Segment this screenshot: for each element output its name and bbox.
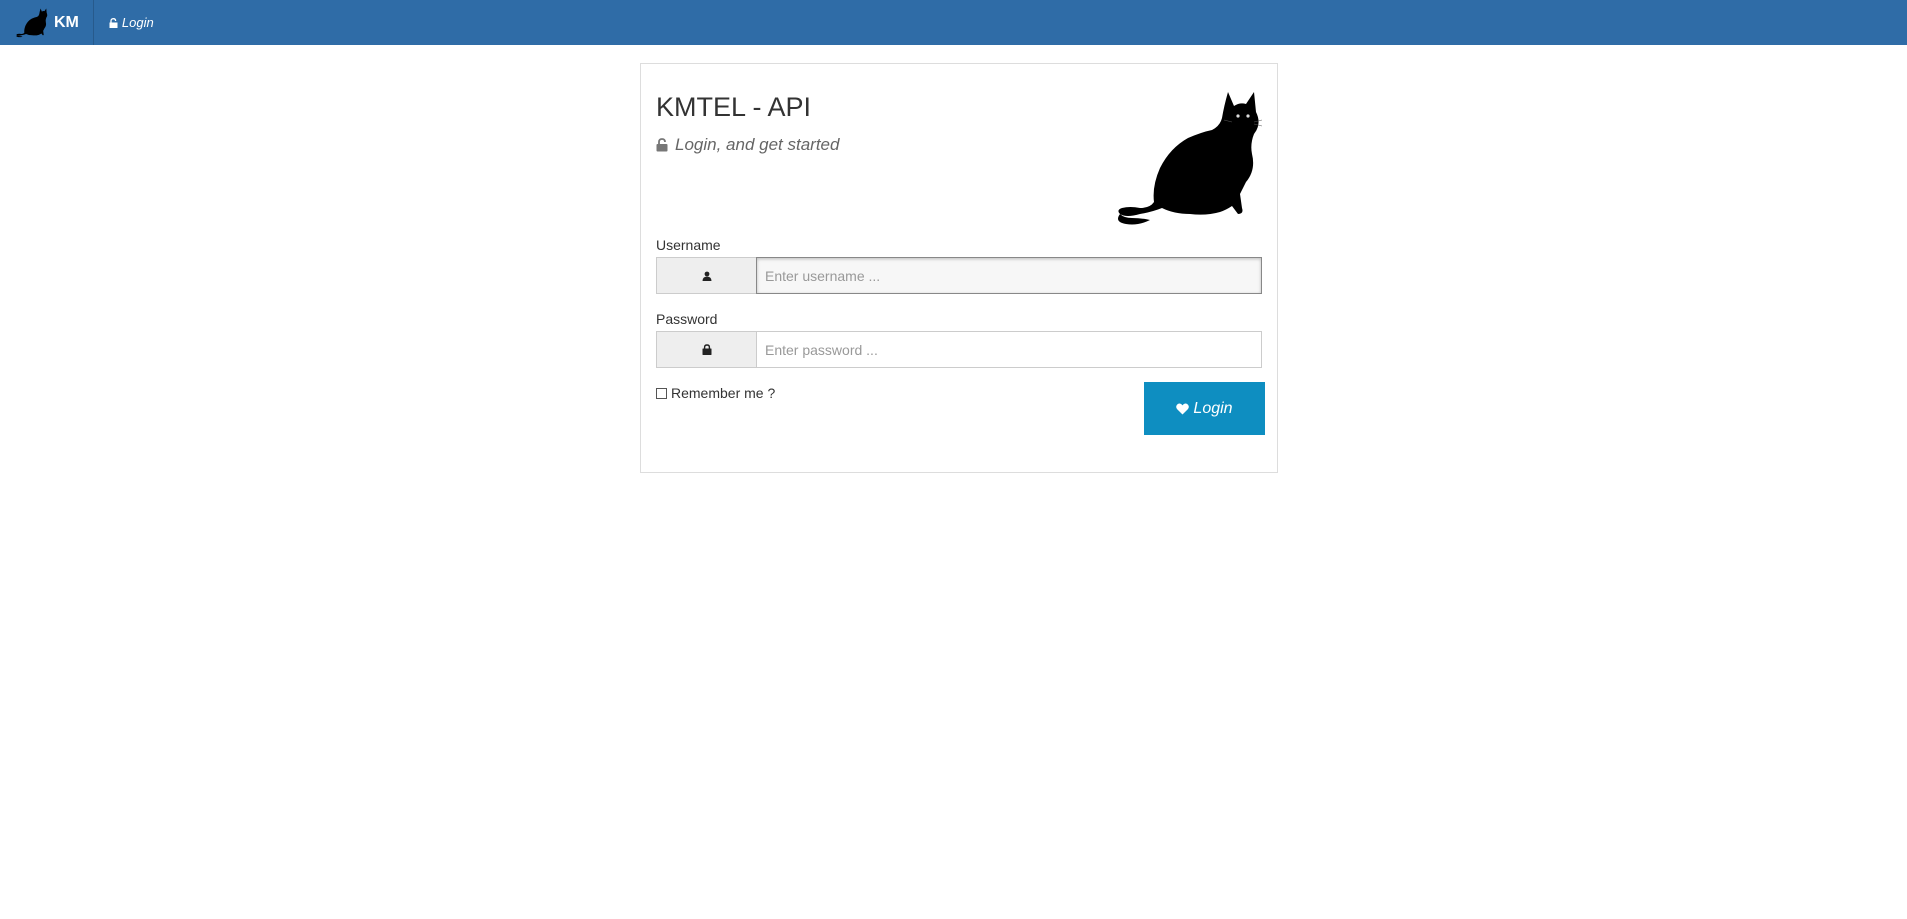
remember-me-checkbox[interactable] — [656, 387, 667, 399]
page-title: KMTEL - API — [656, 92, 812, 122]
top-navbar: KM Login — [0, 0, 1907, 45]
username-input[interactable] — [756, 257, 1262, 294]
nav-login-label: Login — [121, 15, 154, 30]
username-label: Username — [656, 237, 721, 253]
username-input-group — [656, 257, 1262, 294]
password-label: Password — [656, 311, 718, 327]
username-addon — [656, 257, 756, 294]
black-cat-icon — [16, 8, 48, 37]
black-cat-icon — [1118, 92, 1262, 225]
password-input[interactable] — [756, 331, 1262, 368]
lock-icon — [702, 344, 711, 355]
login-button-label: Login — [1193, 399, 1233, 417]
login-panel: KMTEL - API Login, and get started Usern… — [640, 63, 1278, 473]
page-subtitle: Login, and get started — [656, 135, 839, 155]
login-button[interactable]: Login — [1144, 382, 1265, 435]
remember-me[interactable]: Remember me ? — [656, 385, 775, 401]
user-icon — [702, 271, 711, 281]
password-input-group — [656, 331, 1262, 368]
brand-link[interactable]: KM — [0, 0, 94, 45]
nav-login-link[interactable]: Login — [94, 0, 169, 45]
remember-me-label: Remember me ? — [671, 385, 776, 401]
subtitle-text: Login, and get started — [675, 135, 840, 154]
unlock-icon — [109, 17, 118, 28]
brand-text: KM — [54, 13, 79, 31]
unlock-icon — [656, 138, 668, 152]
heart-icon — [1176, 402, 1190, 414]
password-addon — [656, 331, 756, 368]
